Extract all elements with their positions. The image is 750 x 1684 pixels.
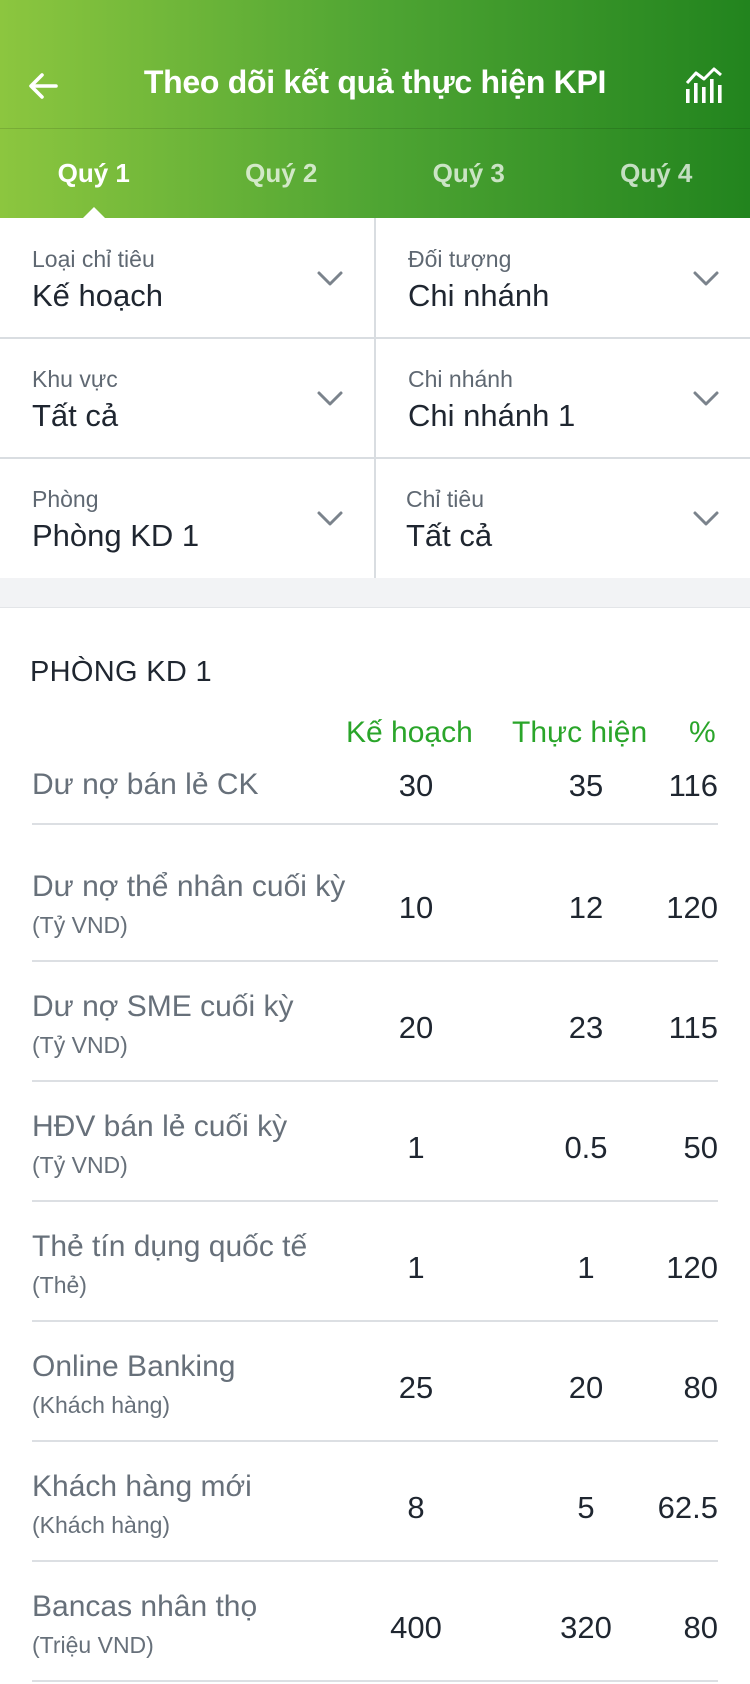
section-separator (0, 578, 750, 608)
column-header-percent: % (689, 716, 716, 749)
chart-view-button[interactable] (680, 58, 728, 114)
section-title: PHÒNG KD 1 (30, 656, 212, 688)
table-row: HĐV bán lẻ cuối kỳ (Tỷ VND) 1 0.5 50 (32, 1080, 718, 1202)
kpi-name: Dư nợ thể nhân cuối kỳ (32, 870, 346, 903)
kpi-name: Khách hàng mới (32, 1470, 252, 1503)
chevron-down-icon (693, 271, 719, 286)
kpi-percent-value: 50 (683, 1130, 718, 1165)
kpi-unit: (Khách hàng) (32, 1512, 171, 1538)
filter-label: Khu vực (32, 366, 118, 392)
kpi-percent-value: 80 (683, 1370, 718, 1405)
back-button[interactable] (22, 58, 66, 114)
filter-value: Tất cả (32, 398, 119, 433)
kpi-percent-value: 80 (683, 1610, 718, 1645)
kpi-plan-value: 10 (398, 890, 434, 925)
kpi-unit: (Thẻ) (32, 1272, 87, 1298)
kpi-plan-value: 30 (398, 768, 434, 803)
kpi-name: HĐV bán lẻ cuối kỳ (32, 1110, 288, 1143)
active-tab-indicator (82, 207, 105, 218)
filter-label: Đối tượng (408, 246, 512, 272)
chevron-down-icon (317, 391, 343, 406)
bar-chart-icon (685, 67, 722, 103)
kpi-results-panel: PHÒNG KD 1 Kế hoạch Thực hiện % Dư nợ bá… (0, 608, 750, 1684)
filter-label: Loại chỉ tiêu (32, 246, 155, 272)
filter-value: Chi nhánh (408, 278, 550, 313)
top-bar: Theo dõi kết quả thực hiện KPI (0, 0, 750, 128)
chevron-down-icon (693, 511, 719, 526)
tab-quarter-4[interactable]: Quý 4 (563, 129, 750, 218)
tab-label: Quý 1 (57, 158, 130, 188)
table-row: Online Banking (Khách hàng) 25 20 80 (32, 1320, 718, 1448)
table-row: Khách hàng mới (Khách hàng) 8 5 62.5 (32, 1440, 718, 1562)
kpi-unit: (Tỷ VND) (32, 912, 128, 938)
filter-branch[interactable]: Chi nhánh Chi nhánh 1 (376, 338, 750, 458)
filter-value: Kế hoạch (32, 278, 163, 313)
kpi-percent-value: 115 (668, 1010, 718, 1045)
chevron-down-icon (317, 511, 343, 526)
kpi-percent-value: 120 (666, 1250, 718, 1285)
filter-value: Tất cả (406, 518, 493, 553)
table-row: Thẻ tín dụng quốc tế (Thẻ) 1 1 120 (32, 1200, 718, 1322)
kpi-plan-value: 400 (390, 1610, 442, 1645)
kpi-plan-value: 8 (407, 1490, 425, 1525)
arrow-left-icon (29, 73, 58, 99)
tab-quarter-3[interactable]: Quý 3 (375, 129, 563, 218)
tab-quarter-1[interactable]: Quý 1 (0, 129, 188, 218)
column-header-actual: Thực hiện (512, 716, 648, 749)
kpi-unit: (Tỷ VND) (32, 1032, 128, 1058)
kpi-name: Thẻ tín dụng quốc tế (32, 1230, 308, 1263)
filter-value: Chi nhánh 1 (408, 398, 576, 433)
filter-subject[interactable]: Đối tượng Chi nhánh (376, 218, 750, 338)
kpi-unit: (Triệu VND) (32, 1632, 154, 1658)
filter-label: Phòng (32, 486, 99, 512)
page-title: Theo dõi kết quả thực hiện KPI (143, 64, 607, 100)
kpi-name: Dư nợ bán lẻ CK (32, 768, 259, 801)
chevron-down-icon (693, 391, 719, 406)
kpi-plan-value: 20 (398, 1010, 434, 1045)
kpi-name: Online Banking (32, 1350, 236, 1383)
table-row: Dư nợ thể nhân cuối kỳ (Tỷ VND) 10 12 120 (32, 840, 718, 962)
column-header-plan: Kế hoạch (346, 716, 473, 749)
row-divider (32, 1680, 718, 1682)
kpi-percent-value: 116 (668, 768, 718, 803)
filter-row-divider (0, 337, 750, 339)
tab-quarter-2[interactable]: Quý 2 (188, 129, 376, 218)
kpi-unit: (Khách hàng) (32, 1392, 171, 1418)
tab-label: Quý 3 (432, 158, 505, 188)
kpi-percent-value: 120 (666, 890, 718, 925)
table-row: Bancas nhân thọ (Triệu VND) 400 320 80 (32, 1560, 718, 1682)
quarter-tabs: Quý 1 Quý 2 Quý 3 Quý 4 (0, 129, 750, 218)
filter-indicator[interactable]: Chỉ tiêu Tất cả (376, 458, 750, 578)
filter-column-divider (374, 218, 376, 578)
kpi-plan-value: 1 (407, 1130, 425, 1165)
filter-target-type[interactable]: Loại chỉ tiêu Kế hoạch (0, 218, 374, 338)
filter-row-divider (0, 457, 750, 459)
app-header: Theo dõi kết quả thực hiện KPI Quý 1 Quý… (0, 0, 750, 218)
row-divider (32, 823, 718, 825)
table-row: Dư nợ SME cuối kỳ (Tỷ VND) 20 23 115 (32, 960, 718, 1082)
kpi-name: Dư nợ SME cuối kỳ (32, 990, 294, 1023)
tab-label: Quý 4 (620, 158, 693, 188)
kpi-plan-value: 1 (407, 1250, 425, 1285)
filter-region[interactable]: Khu vực Tất cả (0, 338, 374, 458)
kpi-unit: (Tỷ VND) (32, 1152, 128, 1178)
filter-label: Chi nhánh (408, 366, 513, 392)
kpi-plan-value: 25 (398, 1370, 434, 1405)
filter-value: Phòng KD 1 (32, 518, 200, 553)
table-row: Dư nợ bán lẻ CK 30 35 116 (32, 768, 718, 840)
kpi-name: Bancas nhân thọ (32, 1590, 258, 1623)
tab-label: Quý 2 (245, 158, 318, 188)
kpi-percent-value: 62.5 (657, 1490, 718, 1525)
filter-department[interactable]: Phòng Phòng KD 1 (0, 458, 374, 578)
chevron-down-icon (317, 271, 343, 286)
filter-label: Chỉ tiêu (406, 486, 484, 512)
